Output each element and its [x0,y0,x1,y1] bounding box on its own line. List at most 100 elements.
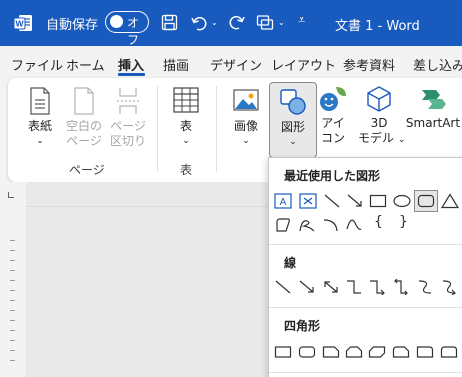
tab-references[interactable]: 参考資料 [343,55,395,74]
oval-shape-icon[interactable] [393,193,411,209]
snip-diagonal-rectangle-shape-icon[interactable] [368,344,386,360]
ruler-tick [10,250,15,251]
toggle-knob [110,15,123,28]
left-brace-shape-icon[interactable]: { [374,214,383,230]
smartart-label: SmartArt [405,116,461,130]
vertical-textbox-shape-icon[interactable] [299,193,317,209]
ruler-tick [10,360,15,361]
line-shape-icon[interactable] [323,193,341,209]
blank-page-icon [74,87,94,115]
elbow-arrow-connector-shape-icon[interactable] [368,279,386,295]
word-logo-icon: W [13,15,32,31]
ruler-tick [10,240,15,241]
snip-single-corner-rectangle-shape-icon[interactable] [322,344,340,360]
ribbon-separator [216,86,217,172]
table-caret: ⌄ [182,136,190,146]
rounded-rectangle-shape-icon [417,194,435,208]
line-shape-icon[interactable] [274,279,292,295]
undo-icon[interactable] [190,14,208,32]
ruler-tab-selector[interactable] [8,192,14,198]
blank-page-label-1: 空白の [65,119,102,133]
blank-page-button[interactable]: 空白の ページ [64,86,104,149]
icons-label-2: コン [320,131,345,145]
pictures-button[interactable]: 画像 ⌄ [228,86,264,149]
freeform-shape-icon[interactable] [274,217,292,233]
curved-arrow-connector-shape-icon[interactable] [440,279,458,295]
group-pages-label: ページ [69,163,105,177]
textbox-shape-icon[interactable]: A [274,193,292,209]
rectangle-shape-icon[interactable] [274,344,292,360]
cover-page-icon [30,87,50,115]
elbow-double-arrow-connector-shape-icon[interactable] [392,279,410,295]
cover-page-button[interactable]: 表紙 ⌄ [22,86,58,149]
ruler-tick [10,270,15,271]
curve-shape-icon[interactable] [345,217,363,233]
icons-button[interactable]: アイ コン [316,84,350,146]
table-button[interactable]: 表 ⌄ [168,86,204,149]
ribbon-separator [157,86,158,172]
document-title: 文書 1 - Word [335,19,420,34]
tab-insert[interactable]: 挿入 [118,55,144,74]
3d-models-label-1: 3D [370,116,388,130]
page-break-button[interactable]: ページ 区切り [108,86,148,149]
tab-home[interactable]: ホーム [66,55,105,74]
touch-mode-caret[interactable]: ⌄ [278,18,285,27]
right-brace-shape-icon[interactable]: } [399,214,408,230]
ruler-tick [10,310,15,311]
scribble-shape-icon[interactable] [298,217,316,233]
rounded-rectangle-shape-icon[interactable] [298,344,316,360]
tab-mailings[interactable]: 差し込み [413,55,462,74]
pictures-label: 画像 [233,119,258,133]
tab-draw[interactable]: 描画 [163,55,189,74]
shapes-label: 図形 [280,120,305,134]
tab-file[interactable]: ファイル [11,55,63,74]
autosave-label: 自動保存 [46,18,99,33]
3d-cube-icon [367,86,391,112]
section-separator [269,372,462,373]
elbow-connector-shape-icon[interactable] [345,279,363,295]
save-icon[interactable] [161,14,178,31]
tab-layout[interactable]: レイアウト [271,55,336,74]
shapes-icon [280,89,306,115]
arc-shape-icon[interactable] [322,217,340,233]
shapes-caret: ⌄ [289,137,297,147]
shapes-button[interactable]: 図形 ⌄ [269,82,317,158]
title-bar: W 自動保存 オフ ⌄ ⌄ ⩡ 文書 1 - Word [0,0,462,47]
page-break-label-2: 区切り [109,134,146,148]
curved-connector-shape-icon[interactable] [416,279,434,295]
snip-round-rectangle-shape-icon[interactable] [392,344,410,360]
recent-shapes-header: 最近使用した図形 [284,169,381,183]
tab-design[interactable]: デザイン [210,55,262,74]
pictures-caret: ⌄ [242,136,250,146]
double-arrow-shape-icon[interactable] [322,279,340,295]
smartart-button[interactable]: SmartArt [404,84,462,131]
rounded-rect-shape-selected[interactable] [414,190,438,212]
rectangle-shape-icon[interactable] [369,193,387,209]
table-icon [173,87,199,113]
vertical-ruler [0,182,26,377]
redo-icon[interactable] [228,13,246,31]
cover-page-caret: ⌄ [36,136,44,146]
autosave-toggle[interactable]: オフ [105,11,149,47]
round-single-corner-rectangle-shape-icon[interactable] [416,344,434,360]
touch-mode-icon[interactable] [256,14,274,32]
group-table-label: 表 [180,163,193,177]
undo-dropdown-caret[interactable]: ⌄ [211,18,218,27]
section-separator [269,244,462,245]
page-break-icon [117,88,139,114]
round-same-side-rectangle-shape-icon[interactable] [440,344,458,360]
customize-qat-icon[interactable]: ⩡ [298,13,305,28]
ruler-tick [10,350,15,351]
arrow-shape-icon[interactable] [346,193,364,209]
snip-same-side-rectangle-shape-icon[interactable] [345,344,363,360]
cover-page-label: 表紙 [27,119,52,133]
ribbon-tabs: ファイル ホーム 挿入 描画 デザイン レイアウト 参考資料 差し込み [0,46,462,76]
triangle-shape-icon[interactable] [441,193,459,209]
svg-text:W: W [15,19,24,29]
toggle-state-label: オフ [127,16,140,47]
arrow-line-shape-icon[interactable] [298,279,316,295]
ruler-line [26,206,269,207]
ruler-tick [10,320,15,321]
blank-page-label-2: ページ [66,134,102,148]
3d-models-button[interactable]: 3D モデル ⌄ [358,84,405,148]
